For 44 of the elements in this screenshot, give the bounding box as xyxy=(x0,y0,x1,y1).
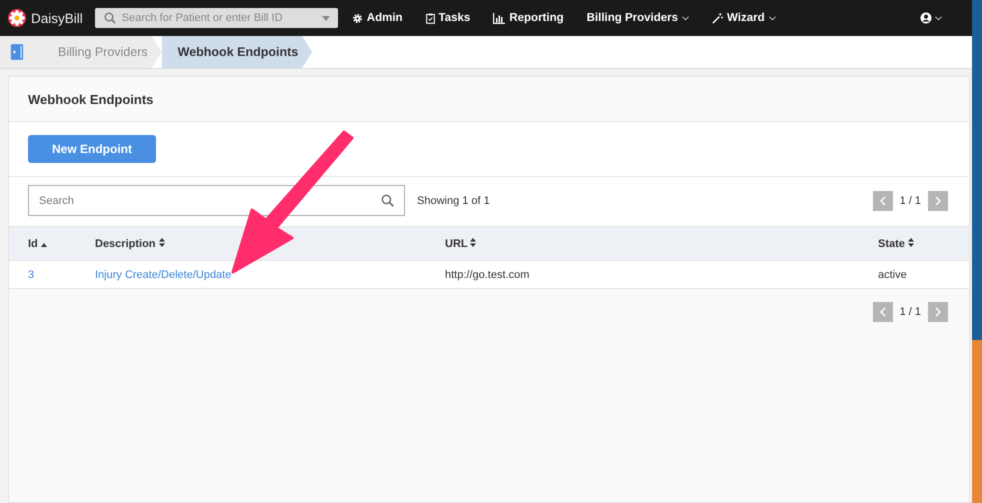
notebook-icon xyxy=(10,44,24,60)
chevron-left-icon xyxy=(880,307,886,317)
nav-link[interactable]: Reporting xyxy=(493,12,564,24)
search-field[interactable]: Search xyxy=(28,185,405,216)
brand-name[interactable]: DaisyBill xyxy=(31,10,83,26)
nav-link[interactable]: Billing Providers xyxy=(586,12,690,24)
table-cell: active xyxy=(878,268,907,280)
search-icon xyxy=(104,12,116,24)
sort-ascending-icon xyxy=(40,242,47,246)
nav-link[interactable]: Tasks xyxy=(426,12,470,24)
next-page-button[interactable] xyxy=(928,190,948,210)
column-header[interactable]: URL xyxy=(445,226,878,260)
user-avatar-icon xyxy=(920,12,932,24)
sort-icon xyxy=(470,238,476,246)
gear-icon xyxy=(352,12,363,24)
previous-page-button[interactable] xyxy=(872,302,893,322)
description-link[interactable]: Injury Create/Delete/Update xyxy=(95,268,232,280)
caret-icon xyxy=(322,16,330,21)
nav-link[interactable]: Wizard xyxy=(712,12,776,24)
magic-wand-icon xyxy=(712,12,724,24)
search-field[interactable]: Search for Patient or enter Bill ID xyxy=(94,8,338,28)
chevron-right-icon xyxy=(935,196,941,206)
sort-icon xyxy=(158,238,165,246)
table-cell: http://go.test.com xyxy=(445,268,530,280)
column-header[interactable]: Id xyxy=(9,226,95,260)
id-link[interactable]: 3 xyxy=(28,268,34,280)
search-icon xyxy=(381,194,394,207)
chevron-right-icon xyxy=(935,307,941,317)
chevron-left-icon xyxy=(880,196,886,206)
results-count: Showing 1 of 1 xyxy=(417,194,490,206)
user-menu[interactable] xyxy=(920,12,942,24)
page-indicator: 1 / 1 xyxy=(900,194,921,206)
nav-link[interactable]: Admin xyxy=(352,12,403,24)
next-page-button[interactable] xyxy=(928,302,948,322)
sort-icon xyxy=(908,238,914,246)
chevron-down-icon xyxy=(935,16,942,20)
bar-chart-icon xyxy=(493,12,506,24)
breadcrumb-link[interactable]: Webhook Endpoints xyxy=(162,36,312,68)
home-crumb[interactable] xyxy=(0,36,36,68)
column-header[interactable]: State xyxy=(878,226,969,260)
clipboard-icon xyxy=(426,12,435,24)
flower-logo-icon xyxy=(8,9,26,27)
previous-page-button[interactable] xyxy=(872,190,893,210)
page-indicator: 1 / 1 xyxy=(900,306,921,318)
